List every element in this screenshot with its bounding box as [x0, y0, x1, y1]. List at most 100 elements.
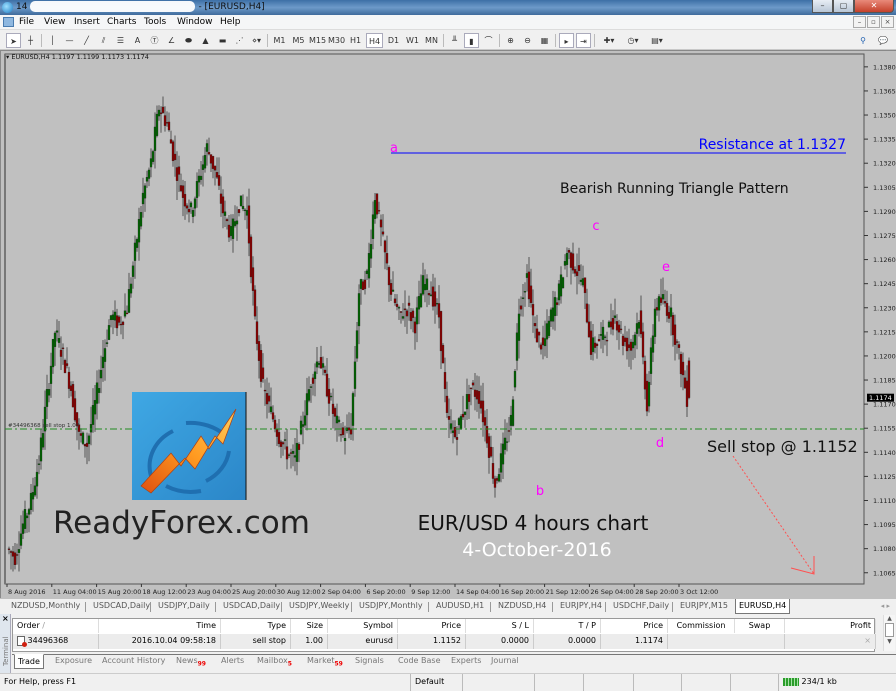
bear-candle — [341, 427, 345, 436]
menu-insert[interactable]: Insert — [74, 17, 100, 27]
chart-doc-icon[interactable] — [3, 17, 14, 27]
timeframe-m15[interactable]: M15 — [309, 33, 326, 48]
scroll-thumb[interactable] — [885, 623, 894, 637]
scroll-down-icon[interactable]: ▼ — [884, 638, 895, 645]
menu-file[interactable]: File — [19, 17, 34, 27]
timeframe-m1[interactable]: M1 — [271, 33, 288, 48]
menu-tools[interactable]: Tools — [144, 17, 166, 27]
col-tp[interactable]: T / P — [534, 619, 601, 633]
col-symbol[interactable]: Symbol — [328, 619, 398, 633]
bear-candle — [471, 382, 475, 386]
terminal-tab-journal[interactable]: Journal — [488, 656, 522, 665]
symbol-tab-usdcad-daily[interactable]: USDCAD,Daily — [220, 601, 283, 610]
tile-windows-icon[interactable]: ▦ — [537, 33, 552, 48]
symbol-tab-nzdusd-h4[interactable]: NZDUSD,H4 — [495, 601, 549, 610]
terminal-tab-experts[interactable]: Experts — [448, 656, 484, 665]
timeframe-d1[interactable]: D1 — [385, 33, 402, 48]
vertical-line-icon[interactable]: │ — [45, 33, 60, 48]
terminal-tab-market[interactable]: Market59 — [304, 656, 346, 668]
symbol-tab-usdjpy-weekly[interactable]: USDJPY,Weekly — [286, 601, 352, 610]
status-connection[interactable]: 234/1 kb — [778, 674, 896, 691]
col-price[interactable]: Price — [398, 619, 466, 633]
chart-window[interactable]: 1.1380 1.1365 1.1350 1.1335 1.1320 1.1305 1.12… — [0, 50, 896, 599]
col-size[interactable]: Size — [291, 619, 328, 633]
triangle-icon[interactable]: ▲ — [198, 33, 213, 48]
terminal-tab-signals[interactable]: Signals — [352, 656, 387, 665]
timeframe-h4[interactable]: H4 — [366, 33, 383, 48]
mdi-close-button[interactable]: × — [881, 16, 894, 28]
chart-shift-icon[interactable]: ⇥ — [576, 33, 591, 48]
bear-candle — [85, 442, 89, 447]
col-profit[interactable]: Profit — [785, 619, 876, 633]
mdi-minimize-button[interactable]: – — [853, 16, 866, 28]
indicators-icon[interactable]: ✚▾ — [598, 33, 620, 48]
mdi-restore-button[interactable]: ▫ — [867, 16, 880, 28]
symbol-tab-usdcad-daily[interactable]: USDCAD,Daily — [90, 601, 153, 610]
periods-icon[interactable]: ◷▾ — [622, 33, 644, 48]
terminal-tab-alerts[interactable]: Alerts — [218, 656, 247, 665]
symbol-tab-usdjpy-daily[interactable]: USDJPY,Daily — [155, 601, 213, 610]
zoom-in-icon[interactable]: ⊕ — [503, 33, 518, 48]
arrow-angle-icon[interactable]: ∠ — [164, 33, 179, 48]
symbol-tab-usdchf-daily[interactable]: USDCHF,Daily — [610, 601, 672, 610]
col-order[interactable]: Order / — [13, 619, 99, 633]
col-type[interactable]: Type — [221, 619, 291, 633]
equidistant-channel-icon[interactable]: ⫽ — [96, 33, 111, 48]
zoom-out-icon[interactable]: ⊖ — [520, 33, 535, 48]
col-swap[interactable]: Swap — [735, 619, 785, 633]
fibo-fan-icon[interactable]: ⋰ — [232, 33, 247, 48]
crosshair-icon[interactable]: ┼ — [23, 33, 38, 48]
col-sl[interactable]: S / L — [466, 619, 534, 633]
terminal-tab-account-history[interactable]: Account History — [99, 656, 168, 665]
symbol-tab-eurusd-h4[interactable]: EURUSD,H4 — [735, 599, 791, 614]
auto-scroll-icon[interactable]: ▸ — [559, 33, 574, 48]
terminal-tab-trade[interactable]: Trade — [14, 654, 44, 669]
symbol-tab-usdjpy-monthly[interactable]: USDJPY,Monthly — [356, 601, 426, 610]
col-current-price[interactable]: Price — [601, 619, 668, 633]
price-chart[interactable]: 1.1380 1.1365 1.1350 1.1335 1.1320 1.1305 1.12… — [1, 51, 896, 599]
timeframe-mn[interactable]: MN — [423, 33, 440, 48]
ellipse-icon[interactable]: ⬬ — [181, 33, 196, 48]
minimize-button[interactable]: – — [812, 0, 833, 13]
col-commission[interactable]: Commission — [668, 619, 735, 633]
candlestick-icon[interactable]: ▮ — [464, 33, 479, 48]
terminal-tab-news[interactable]: News99 — [173, 656, 209, 668]
more-tools-icon[interactable]: ⋄▾ — [249, 33, 264, 48]
timeframe-m5[interactable]: M5 — [290, 33, 307, 48]
menu-charts[interactable]: Charts — [107, 17, 136, 27]
horizontal-line-icon[interactable]: — — [62, 33, 77, 48]
scroll-up-icon[interactable]: ▲ — [884, 615, 895, 622]
x-tick-label: 28 Sep 20:00 — [635, 588, 678, 596]
chat-icon[interactable]: 💬 — [875, 33, 891, 48]
col-time[interactable]: Time — [99, 619, 221, 633]
templates-icon[interactable]: ▤▾ — [646, 33, 668, 48]
close-button[interactable]: ✕ — [854, 0, 894, 13]
line-chart-icon[interactable]: ⌒ — [481, 33, 496, 48]
terminal-scrollbar[interactable]: ▲ ▼ — [883, 615, 895, 651]
restore-button[interactable]: ▢ — [833, 0, 854, 13]
terminal-tab-code-base[interactable]: Code Base — [395, 656, 444, 665]
terminal-close-button[interactable]: × — [2, 614, 9, 623]
menu-window[interactable]: Window — [177, 17, 213, 27]
timeframe-w1[interactable]: W1 — [404, 33, 421, 48]
search-icon[interactable]: ⚲ — [855, 33, 871, 48]
symbol-tab-nzdusd-monthly[interactable]: NZDUSD,Monthly — [8, 601, 83, 610]
fibonacci-icon[interactable]: ☰ — [113, 33, 128, 48]
rectangle-icon[interactable]: ▬ — [215, 33, 230, 48]
trendline-icon[interactable]: ╱ — [79, 33, 94, 48]
symbol-tab-audusd-h1[interactable]: AUDUSD,H1 — [433, 601, 487, 610]
cursor-icon[interactable]: ➤ — [6, 33, 21, 48]
menu-view[interactable]: View — [44, 17, 65, 27]
terminal-tab-mailbox[interactable]: Mailbox5 — [254, 656, 295, 668]
terminal-tab-exposure[interactable]: Exposure — [52, 656, 95, 665]
text-icon[interactable]: A — [130, 33, 145, 48]
timeframe-h1[interactable]: H1 — [347, 33, 364, 48]
bar-chart-icon[interactable]: ╨ — [447, 33, 462, 48]
symbol-tab-eurjpy-m15[interactable]: EURJPY,M15 — [677, 601, 731, 610]
menu-help[interactable]: Help — [220, 17, 241, 27]
text-label-icon[interactable]: Ⓣ — [147, 33, 162, 48]
symbol-tab-eurjpy-h4[interactable]: EURJPY,H4 — [557, 601, 605, 610]
tab-scroll-arrows[interactable]: ◂ ▸ — [881, 602, 890, 610]
timeframe-m30[interactable]: M30 — [328, 33, 345, 48]
delete-order-button[interactable]: × — [785, 634, 876, 649]
